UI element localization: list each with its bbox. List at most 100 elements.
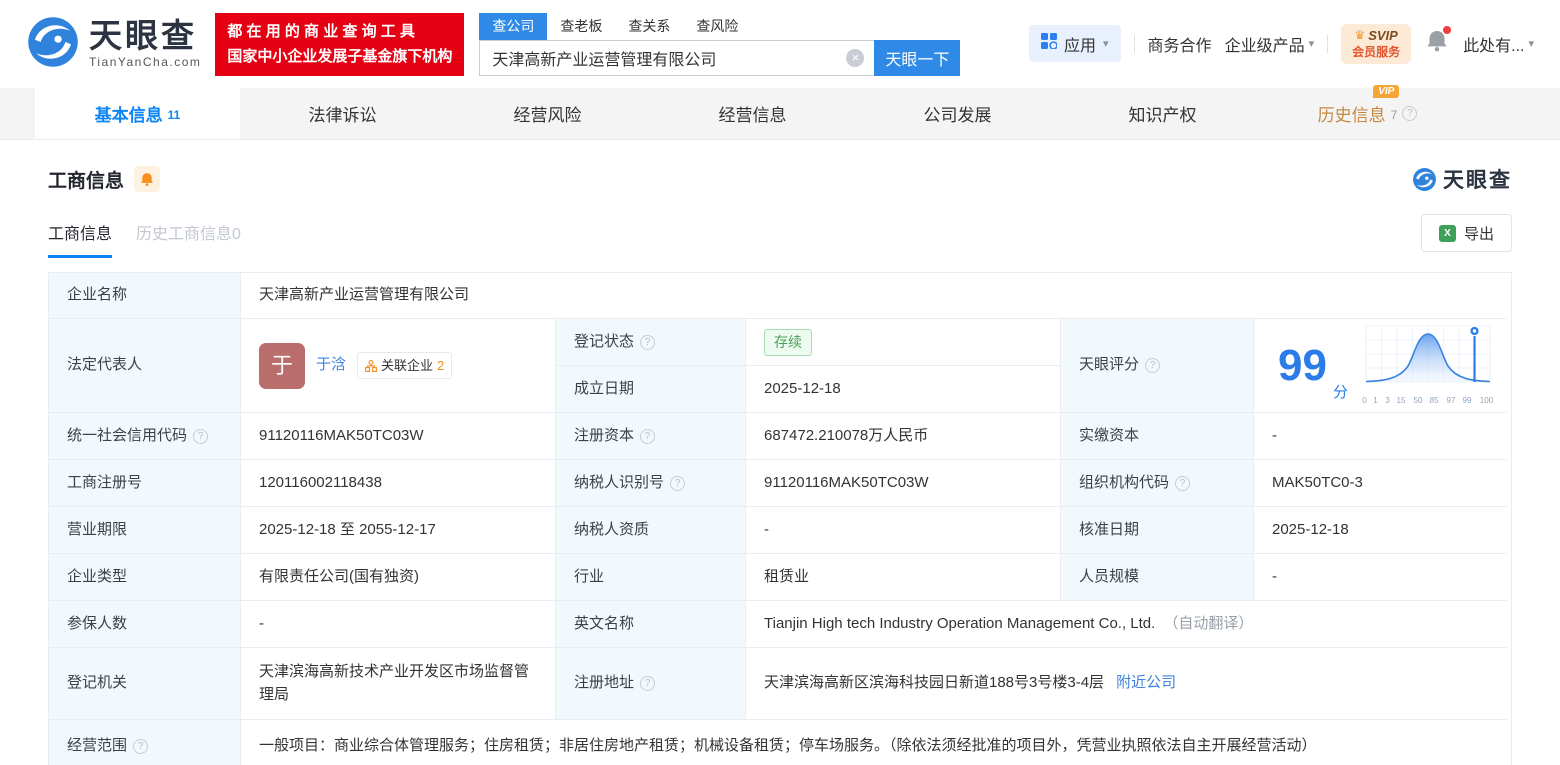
paid-capital-label: 实缴资本 [1061, 413, 1254, 460]
tab-operating-info[interactable]: 经营信息 [650, 88, 855, 139]
search-tab-relation[interactable]: 查关系 [615, 13, 683, 40]
tianyancha-logo[interactable]: 天眼查 TianYanCha.com [26, 15, 201, 74]
score-cell: 99 分 0 1 3 15 50 85 97 99 100 [1254, 319, 1507, 413]
help-icon[interactable]: ? [1175, 475, 1191, 491]
reg-authority-label: 登记机关 [49, 648, 241, 720]
business-info-table: 企业名称 天津高新产业运营管理有限公司 法定代表人 于 于浛 关联企业 2 登记… [48, 272, 1512, 765]
help-icon[interactable]: ? [640, 334, 656, 350]
org-code-label: 组织机构代码? [1061, 460, 1254, 507]
help-icon[interactable]: ? [640, 676, 656, 691]
help-icon[interactable]: ? [133, 739, 149, 754]
business-cooperation-link[interactable]: 商务合作 [1148, 32, 1212, 56]
watermark-text: 天眼查 [1443, 169, 1512, 192]
establish-date-label: 成立日期 [556, 366, 746, 413]
legal-rep-avatar[interactable]: 于 [259, 342, 305, 389]
help-icon[interactable]: ? [1402, 106, 1418, 121]
enterprise-products-menu[interactable]: 企业级产品 ▾ [1225, 32, 1315, 56]
tab-history-info[interactable]: VIP 历史信息 7 ? [1265, 85, 1470, 139]
auto-translate-note: （自动翻译） [1163, 614, 1254, 632]
tab-operating-risk[interactable]: 经营风险 [445, 88, 650, 139]
apps-grid-icon [1041, 33, 1058, 54]
svip-member-service[interactable]: ♛ SVIP 会员服务 [1341, 23, 1412, 65]
reg-no-value: 120116002118438 [241, 460, 556, 507]
help-icon[interactable]: ? [1145, 358, 1161, 373]
help-icon[interactable]: ? [193, 428, 209, 444]
tab-intellectual-property[interactable]: 知识产权 [1060, 88, 1265, 139]
apps-menu[interactable]: 应用 ▾ [1029, 25, 1121, 63]
legal-rep-label: 法定代表人 [49, 319, 241, 413]
header-right-nav: 应用 ▾ 商务合作 企业级产品 ▾ ♛ SVIP 会员服务 此处有... ▾ [1029, 23, 1534, 65]
export-button[interactable]: X 导出 [1420, 214, 1512, 252]
logo-cn-text: 天眼查 [89, 17, 197, 54]
crown-icon: ♛ [1354, 28, 1366, 43]
tianyancha-logo-icon [26, 15, 80, 74]
help-icon[interactable]: ? [670, 475, 686, 491]
reg-authority-value: 天津滨海高新技术产业开发区市场监督管理局 [241, 648, 556, 720]
clear-search-icon[interactable]: × [846, 48, 865, 67]
company-name-label: 企业名称 [49, 273, 241, 319]
tab-ip-label: 知识产权 [1128, 106, 1197, 125]
reg-capital-value: 687472.210078万人民币 [746, 413, 1061, 460]
score-unit: 分 [1332, 383, 1348, 401]
tab-company-development[interactable]: 公司发展 [855, 88, 1060, 139]
establish-date-value: 2025-12-18 [746, 366, 1061, 413]
insured-label: 参保人数 [49, 601, 241, 648]
search-tab-risk[interactable]: 查风险 [683, 13, 751, 40]
chevron-down-icon: ▾ [1103, 38, 1109, 51]
legal-rep-cell: 于 于浛 关联企业 2 [241, 319, 556, 413]
logo-domain-text: TianYanCha.com [89, 55, 202, 69]
subtab-business-info[interactable]: 工商信息 [48, 220, 113, 258]
address-label: 注册地址? [556, 648, 746, 720]
search-area: 查公司 查老板 查关系 查风险 × 天眼一下 [479, 12, 961, 76]
export-label: 导出 [1463, 225, 1494, 243]
credit-code-value: 91120116MAK50TC03W [241, 413, 556, 460]
brand-slogan-badge: 都 在 用 的 商 业 查 询 工 具 国家中小企业发展子基金旗下机构 [215, 12, 465, 76]
paid-capital-value: - [1254, 413, 1507, 460]
insured-value: - [241, 601, 556, 648]
vip-badge: VIP [1373, 85, 1400, 98]
notification-bell-icon[interactable] [1426, 26, 1452, 58]
company-nav-tabbar: 基本信息 11 法律诉讼 经营风险 经营信息 公司发展 知识产权 VIP 历史信… [0, 85, 1560, 140]
subtab-history-business-info[interactable]: 历史工商信息0 [136, 220, 241, 258]
user-menu[interactable]: 此处有... ▾ [1463, 32, 1534, 56]
search-tab-company[interactable]: 查公司 [479, 12, 548, 40]
score-label: 天眼评分? [1061, 319, 1254, 413]
search-input[interactable] [479, 39, 875, 76]
term-value: 2025-12-18 至 2055-12-17 [241, 507, 556, 554]
nearby-companies-link[interactable]: 附近公司 [1116, 672, 1176, 695]
staff-size-label: 人员规模 [1061, 554, 1254, 601]
user-label: 此处有... [1463, 37, 1525, 55]
business-info-section: 工商信息 天眼查 工商信息 历史工商信息0 X 导出 企业名称 天津高新产业运营… [0, 164, 1560, 765]
help-icon[interactable]: ? [640, 428, 656, 444]
search-button[interactable]: 天眼一下 [874, 39, 961, 76]
slogan-line1: 都 在 用 的 商 业 查 询 工 具 [227, 22, 415, 40]
divider [1327, 34, 1329, 53]
tab-history-label: 历史信息 [1317, 106, 1386, 125]
taxpayer-qualif-label: 纳税人资质 [556, 507, 746, 554]
tab-basic-info[interactable]: 基本信息 11 [35, 88, 240, 139]
score-axis-ticks: 01 3 15 50 85 97 99 100 [1362, 395, 1494, 405]
search-tabs: 查公司 查老板 查关系 查风险 [479, 12, 960, 40]
apps-label: 应用 [1064, 37, 1097, 55]
reg-status-label: 登记状态? [556, 319, 746, 366]
legal-rep-name-link[interactable]: 于浛 [316, 354, 346, 377]
tab-development-label: 公司发展 [923, 106, 992, 125]
tab-risk-label: 经营风险 [513, 106, 582, 125]
divider [1133, 34, 1135, 53]
org-code-value: MAK50TC0-3 [1254, 460, 1507, 507]
term-label: 营业期限 [49, 507, 241, 554]
monitor-bell-icon[interactable] [134, 166, 161, 192]
score-value: 99 [1278, 340, 1327, 390]
tab-legal-proceedings[interactable]: 法律诉讼 [240, 88, 445, 139]
scope-label: 经营范围? [49, 720, 241, 765]
credit-code-label: 统一社会信用代码? [49, 413, 241, 460]
tab-basic-label: 基本信息 [94, 106, 163, 125]
search-tab-boss[interactable]: 查老板 [547, 13, 615, 40]
svip-label: SVIP [1368, 27, 1398, 43]
related-companies-badge[interactable]: 关联企业 2 [357, 351, 453, 380]
watermark-logo-icon [1413, 167, 1436, 191]
section-title: 工商信息 [48, 170, 125, 192]
taxpayer-no-value: 91120116MAK50TC03W [746, 460, 1061, 507]
org-chart-icon [365, 359, 377, 372]
taxpayer-qualif-value: - [746, 507, 1061, 554]
